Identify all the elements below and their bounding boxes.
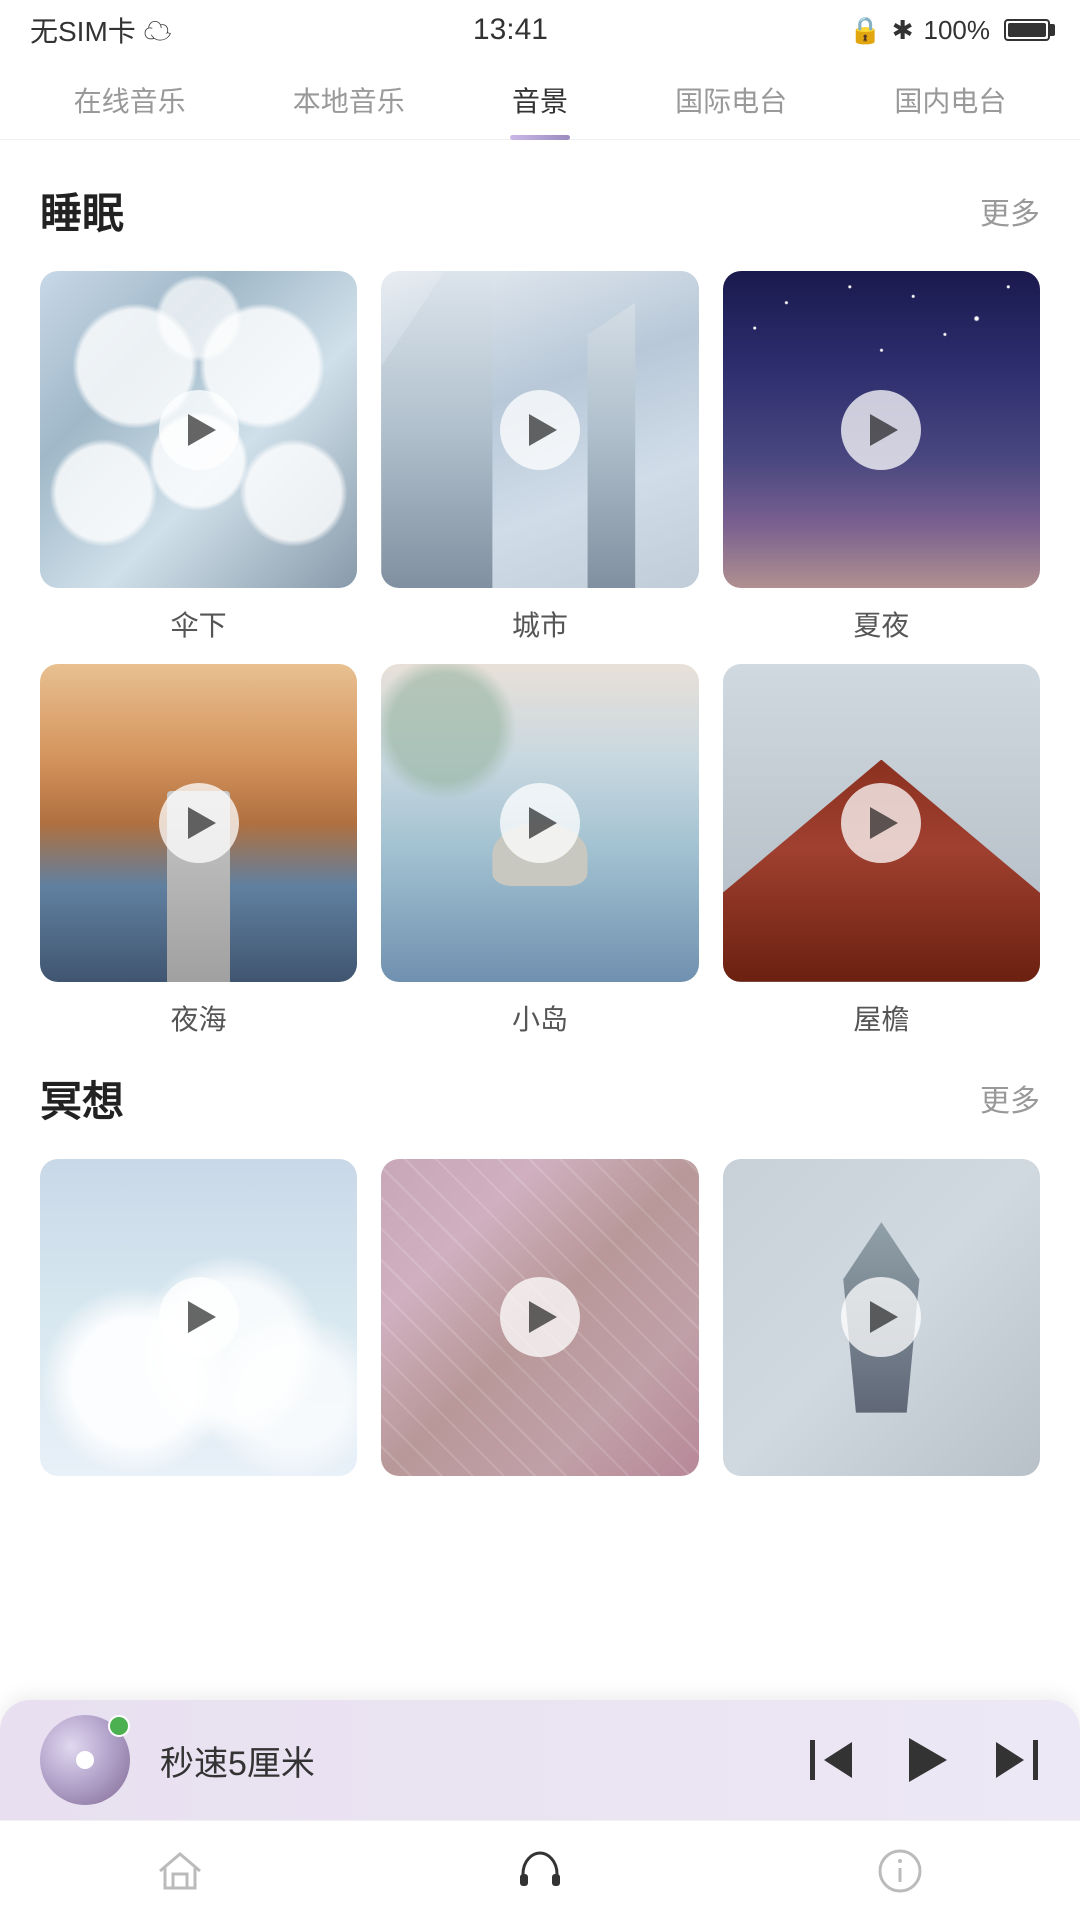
play-button-night-sea[interactable] [159,783,239,863]
list-item[interactable] [40,1159,357,1492]
tab-bar: 在线音乐 本地音乐 音景 国际电台 国内电台 [0,60,1080,140]
home-icon [150,1841,210,1901]
soundscape-thumb-marble [381,1159,698,1476]
tab-online-music[interactable]: 在线音乐 [54,80,206,120]
lock-icon: 🔒 [849,15,881,46]
soundscape-thumb-summer-night [723,271,1040,588]
sleep-row-2: 夜海 小岛 屋檐 [40,664,1040,1037]
nav-home[interactable] [120,1831,240,1911]
list-item[interactable]: 夜海 [40,664,357,1037]
sleep-more-button[interactable]: 更多 [980,189,1040,233]
next-button[interactable] [996,1738,1040,1782]
tab-intl-radio[interactable]: 国际电台 [655,80,807,120]
prev-icon [808,1738,852,1782]
soundscape-thumb-eave [723,664,1040,981]
play-button-umbrella[interactable] [159,390,239,470]
info-icon [870,1841,930,1901]
meditation-row-1 [40,1159,1040,1492]
play-button-summer-night[interactable] [841,390,921,470]
status-right: 🔒 ✱ 100% [849,15,1050,46]
list-item[interactable] [381,1159,698,1492]
play-button-eave[interactable] [841,783,921,863]
play-button-city[interactable] [500,390,580,470]
play-button-leaf[interactable] [841,1277,921,1357]
nav-music[interactable] [480,1831,600,1911]
soundscape-thumb-island [381,664,698,981]
nav-info[interactable] [840,1831,960,1911]
status-time: 13:41 [473,13,548,47]
soundscape-label-eave: 屋檐 [853,998,909,1038]
prev-button[interactable] [808,1738,852,1782]
tab-domestic-radio[interactable]: 国内电台 [874,80,1026,120]
list-item[interactable]: 伞下 [40,271,357,644]
list-item[interactable]: 小岛 [381,664,698,1037]
album-art [40,1715,130,1805]
tab-soundscape[interactable]: 音景 [492,80,588,120]
list-item[interactable] [723,1159,1040,1492]
meditation-section: 冥想 更多 [0,1068,1080,1492]
tab-local-music[interactable]: 本地音乐 [273,80,425,120]
battery-percent: 100% [924,15,991,46]
album-center-dot [76,1751,94,1769]
list-item[interactable]: 城市 [381,271,698,644]
soundscape-label-umbrella: 伞下 [171,604,227,644]
next-icon [996,1738,1040,1782]
tab-active-indicator [510,135,570,140]
sleep-section-header: 睡眠 更多 [40,180,1040,241]
play-icon [902,1738,946,1782]
status-bar: 无SIM卡 ☁ 13:41 🔒 ✱ 100% [0,0,1080,60]
play-button-marble[interactable] [500,1277,580,1357]
soundscape-thumb-city [381,271,698,588]
bluetooth-icon: ✱ [892,15,914,46]
battery-icon [1004,19,1050,41]
main-content: 睡眠 更多 伞下 城市 夏夜 [0,140,1080,1038]
list-item[interactable]: 屋檐 [723,664,1040,1037]
soundscape-label-summer-night: 夏夜 [853,604,909,644]
soundscape-thumb-clouds [40,1159,357,1476]
soundscape-thumb-umbrella [40,271,357,588]
sleep-title: 睡眠 [40,180,124,241]
sim-status: 无SIM卡 ☁ [30,10,172,50]
album-online-badge [108,1715,130,1737]
now-playing-bar[interactable]: 秒速5厘米 [0,1700,1080,1820]
soundscape-label-city: 城市 [512,604,568,644]
meditation-more-button[interactable]: 更多 [980,1076,1040,1120]
sleep-row-1: 伞下 城市 夏夜 [40,271,1040,644]
bottom-nav [0,1820,1080,1920]
music-icon [510,1841,570,1901]
play-pause-button[interactable] [902,1738,946,1782]
soundscape-label-night-sea: 夜海 [171,998,227,1038]
meditation-section-header: 冥想 更多 [40,1068,1040,1129]
list-item[interactable]: 夏夜 [723,271,1040,644]
soundscape-thumb-leaf [723,1159,1040,1476]
song-title: 秒速5厘米 [160,1736,808,1785]
meditation-title: 冥想 [40,1068,124,1129]
playback-controls [808,1738,1040,1782]
status-left: 无SIM卡 ☁ [30,10,172,50]
play-button-clouds[interactable] [159,1277,239,1357]
soundscape-label-island: 小岛 [512,998,568,1038]
play-button-island[interactable] [500,783,580,863]
soundscape-thumb-night-sea [40,664,357,981]
